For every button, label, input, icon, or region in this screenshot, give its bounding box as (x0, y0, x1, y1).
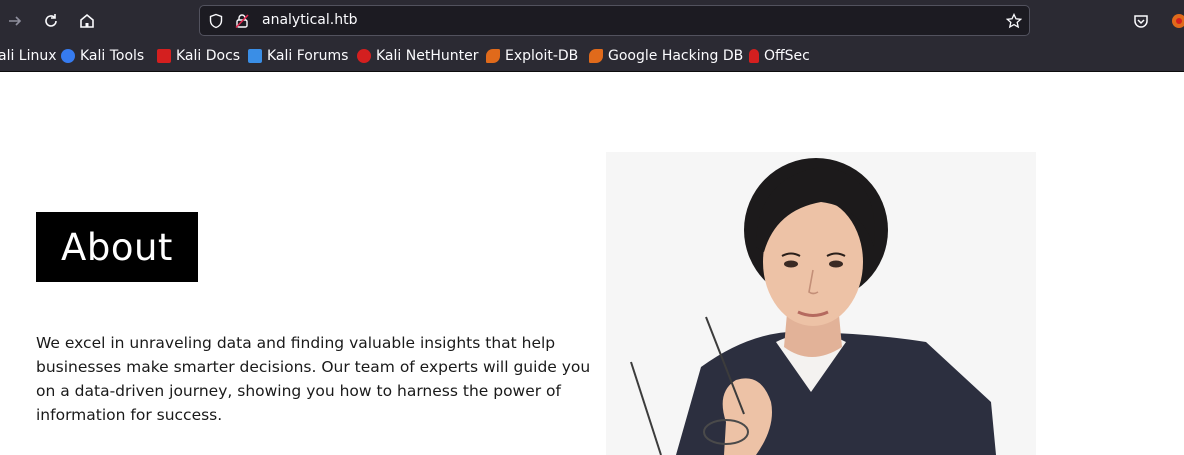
kali-tools-icon (61, 49, 75, 63)
about-photo (606, 152, 1036, 455)
bookmark-label: Google Hacking DB (608, 48, 744, 64)
insecure-lock-icon[interactable] (233, 12, 251, 30)
kali-docs-icon (157, 49, 171, 63)
bookmark-label: Kali Forums (267, 48, 349, 64)
bookmark-kali-docs[interactable]: Kali Docs (157, 47, 240, 65)
offsec-icon (749, 49, 759, 63)
bookmark-label: Kali Docs (176, 48, 241, 64)
ghdb-icon (589, 49, 603, 63)
url-bar[interactable]: analytical.htb (199, 5, 1030, 36)
bookmark-kali-linux[interactable]: ali Linux (0, 47, 57, 65)
bookmark-kali-nethunter[interactable]: Kali NetHunter (357, 47, 478, 65)
home-icon[interactable] (74, 8, 100, 34)
reload-icon[interactable] (38, 8, 64, 34)
kali-forums-icon (248, 49, 262, 63)
bookmarks-bar: ali Linux Kali Tools Kali Docs Kali Foru… (0, 41, 1184, 72)
bookmark-label: Exploit-DB (505, 48, 579, 64)
bookmark-label: OffSec (764, 48, 810, 64)
extension-icon[interactable] (1164, 8, 1184, 34)
bookmark-kali-forums[interactable]: Kali Forums (248, 47, 348, 65)
browser-toolbar: analytical.htb (0, 0, 1184, 41)
woman-portrait-image (606, 152, 1036, 455)
bookmark-google-hacking-db[interactable]: Google Hacking DB (589, 47, 743, 65)
pocket-icon[interactable] (1128, 8, 1154, 34)
about-heading-box: About (36, 212, 198, 282)
bookmark-label: Kali NetHunter (376, 48, 479, 64)
bookmark-label: ali Linux (0, 48, 57, 64)
shield-icon[interactable] (207, 12, 225, 30)
bookmark-star-icon[interactable] (1005, 12, 1023, 30)
bookmark-label: Kali Tools (80, 48, 145, 64)
exploit-db-icon (486, 49, 500, 63)
bookmark-offsec[interactable]: OffSec (749, 47, 810, 65)
url-text[interactable]: analytical.htb (262, 12, 357, 28)
bookmark-exploit-db[interactable]: Exploit-DB (486, 47, 578, 65)
about-title: About (61, 225, 173, 269)
about-description: We excel in unraveling data and finding … (36, 334, 591, 424)
forward-icon[interactable] (2, 8, 28, 34)
bookmark-kali-tools[interactable]: Kali Tools (61, 47, 144, 65)
kali-nethunter-icon (357, 49, 371, 63)
